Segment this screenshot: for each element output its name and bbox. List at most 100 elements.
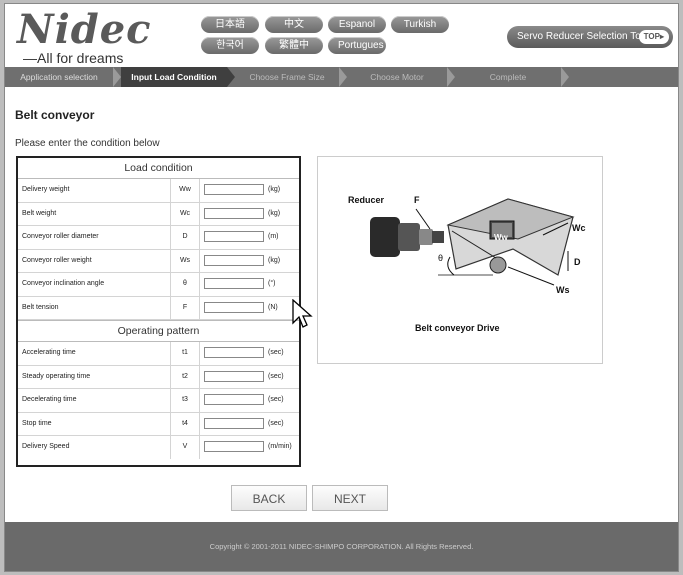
form-row-roller-diameter: Conveyor roller diameter D (m) <box>18 226 299 250</box>
reducer-shaft <box>419 229 433 245</box>
condition-form: Load condition Delivery weight Ww (kg) B… <box>16 156 301 467</box>
operating-pattern-heading: Operating pattern <box>18 320 299 342</box>
field-symbol: t2 <box>171 365 200 388</box>
tagline-text: All for dreams <box>37 50 124 66</box>
form-row-stop-time: Stop time t4 (sec) <box>18 412 299 436</box>
form-row-delivery-speed: Delivery Speed V (m/min) <box>18 436 299 459</box>
field-label: Conveyor roller weight <box>22 249 171 272</box>
next-button[interactable]: NEXT <box>312 485 388 511</box>
lang-korean-button[interactable]: 한국어 <box>201 37 259 54</box>
field-label: Belt tension <box>22 296 171 319</box>
theta-label: θ <box>438 253 444 263</box>
conveyor-roller <box>489 256 507 274</box>
field-unit: (kg) <box>268 256 281 264</box>
back-button[interactable]: BACK <box>231 485 307 511</box>
field-symbol: t4 <box>171 412 200 435</box>
field-unit: (kg) <box>268 209 281 217</box>
step-application-selection[interactable]: Application selection <box>5 67 113 87</box>
step-arrow-icon <box>113 67 121 87</box>
inclination-angle-input[interactable] <box>204 278 264 289</box>
form-row-steady-time: Steady operating time t2 (sec) <box>18 365 299 389</box>
lang-portuguese-button[interactable]: Portugues <box>328 37 386 54</box>
d-label: D <box>574 257 581 267</box>
field-symbol: Ws <box>171 249 200 272</box>
field-label: Conveyor inclination angle <box>22 273 171 296</box>
field-unit: (N) <box>268 303 278 311</box>
step-complete: Complete <box>489 72 527 82</box>
field-unit: (°) <box>268 280 276 287</box>
ws-label: Ws <box>556 285 570 295</box>
roller-diameter-input[interactable] <box>204 231 264 242</box>
lang-spanish-button[interactable]: Espanol <box>328 16 386 33</box>
steady-time-input[interactable] <box>204 370 264 382</box>
load-condition-heading: Load condition <box>18 158 299 179</box>
footer: Copyright © 2001-2011 NIDEC-SHIMPO CORPO… <box>5 522 678 571</box>
field-unit: (m/min) <box>268 443 292 450</box>
form-row-decelerating-time: Decelerating time t3 (sec) <box>18 389 299 413</box>
wc-label: Wc <box>572 223 586 233</box>
accelerating-time-input[interactable] <box>204 347 264 358</box>
tool-title-pill: Servo Reducer Selection Tool TOP▸ <box>507 26 673 48</box>
delivery-speed-input[interactable] <box>204 441 264 452</box>
roller-weight-input[interactable] <box>204 254 264 266</box>
field-label: Delivery weight <box>22 179 171 202</box>
field-label: Conveyor roller diameter <box>22 226 171 249</box>
belt-tension-input[interactable] <box>204 301 264 313</box>
ws-leader-line <box>507 266 555 286</box>
lang-turkish-button[interactable]: Turkish <box>391 16 449 33</box>
copyright-text: Copyright © 2001-2011 NIDEC-SHIMPO CORPO… <box>209 542 474 551</box>
field-symbol: Wc <box>171 202 200 225</box>
instruction-text: Please enter the condition below <box>15 138 160 149</box>
field-unit: (sec) <box>268 419 284 427</box>
field-symbol: Ww <box>171 179 200 202</box>
progress-steps: Application selection Input Load Conditi… <box>5 67 678 87</box>
field-unit: (sec) <box>268 349 284 356</box>
field-unit: (sec) <box>268 372 284 380</box>
field-label: Belt weight <box>22 202 171 225</box>
coupling <box>432 231 444 243</box>
field-unit: (m) <box>268 233 279 240</box>
header: Nidec —All for dreams 日本語 中文 Espanol Tur… <box>5 4 678 68</box>
field-label: Delivery Speed <box>22 436 171 459</box>
field-symbol: F <box>171 296 200 319</box>
form-row-roller-weight: Conveyor roller weight Ws (kg) <box>18 249 299 273</box>
stop-time-input[interactable] <box>204 417 264 429</box>
form-row-belt-tension: Belt tension F (N) <box>18 296 299 320</box>
step-arrow-icon <box>561 67 569 87</box>
step-arrow-icon <box>447 67 455 87</box>
lang-chinese-button[interactable]: 中文 <box>265 16 323 33</box>
step-input-load-condition: Input Load Condition <box>121 67 227 87</box>
tool-title: Servo Reducer Selection Tool <box>517 31 649 42</box>
lang-japanese-button[interactable]: 日本語 <box>201 16 259 33</box>
lang-trad-chinese-button[interactable]: 繁體中文 <box>265 37 323 68</box>
nidec-logo[interactable]: Nidec —All for dreams <box>17 6 152 67</box>
form-row-accelerating-time: Accelerating time t1 (sec) <box>18 342 299 366</box>
field-label: Steady operating time <box>22 365 171 388</box>
field-symbol: t1 <box>171 342 200 365</box>
belt-conveyor-diagram: Reducer F Ww Wc θ D Ws Belt conveyor Dri… <box>317 156 603 364</box>
field-label: Stop time <box>22 412 171 435</box>
field-symbol: t3 <box>171 389 200 412</box>
reducer-flange <box>398 223 420 251</box>
theta-arc <box>447 256 455 276</box>
field-label: Accelerating time <box>22 342 171 365</box>
top-button[interactable]: TOP▸ <box>638 30 669 44</box>
app-window: Nidec —All for dreams 日本語 中文 Espanol Tur… <box>4 3 679 572</box>
decelerating-time-input[interactable] <box>204 394 264 405</box>
step-arrow-icon <box>339 67 347 87</box>
step-choose-motor: Choose Motor <box>370 72 424 82</box>
field-label: Decelerating time <box>22 389 171 412</box>
logo-word: Nidec <box>17 6 152 53</box>
diagram-caption: Belt conveyor Drive <box>415 323 500 333</box>
page-title: Belt conveyor <box>15 108 95 122</box>
reducer-label: Reducer <box>348 195 385 205</box>
delivery-weight-input[interactable] <box>204 184 264 195</box>
reducer-body <box>370 217 400 257</box>
field-symbol: V <box>171 436 200 459</box>
field-unit: (sec) <box>268 396 284 403</box>
mouse-cursor-icon <box>292 299 313 328</box>
form-row-inclination-angle: Conveyor inclination angle θ (°) <box>18 273 299 297</box>
f-label: F <box>414 195 420 205</box>
belt-weight-input[interactable] <box>204 207 264 219</box>
field-symbol: θ <box>171 273 200 296</box>
